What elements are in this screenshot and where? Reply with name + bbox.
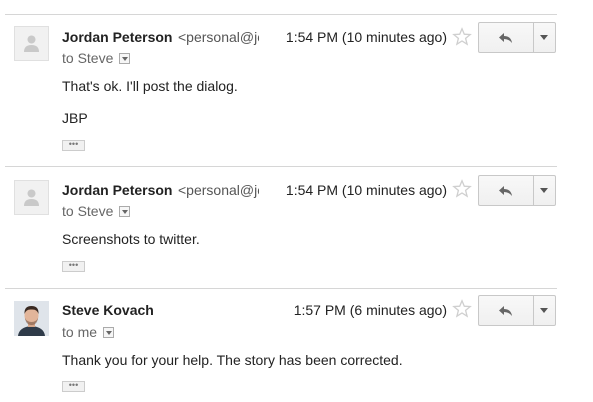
- message-divider: [5, 14, 557, 15]
- default-person-icon: [24, 189, 39, 206]
- reply-arrow-icon: [498, 185, 512, 196]
- more-options-button[interactable]: [532, 296, 555, 325]
- sender-avatar[interactable]: [14, 26, 49, 61]
- reply-arrow-icon: [498, 32, 512, 43]
- star-icon[interactable]: [452, 179, 472, 199]
- default-person-icon: [24, 35, 39, 52]
- sender-name[interactable]: Jordan Peterson: [62, 182, 172, 198]
- more-options-button[interactable]: [532, 23, 555, 52]
- message-divider: [5, 166, 557, 167]
- more-options-button[interactable]: [532, 176, 555, 205]
- sender-avatar[interactable]: [14, 301, 49, 336]
- recipient-text: to Steve: [62, 203, 114, 219]
- message-body-line: JBP: [62, 110, 88, 126]
- message-body-line: Thank you for your help. The story has b…: [62, 352, 403, 368]
- recipient-line[interactable]: to me: [62, 324, 115, 340]
- recipient-line[interactable]: to Steve: [62, 203, 131, 219]
- show-trimmed-content-button[interactable]: •••: [62, 261, 85, 272]
- dropdown-caret-icon: [540, 308, 549, 313]
- reply-button-group[interactable]: [478, 22, 556, 53]
- show-trimmed-content-button[interactable]: •••: [62, 381, 85, 392]
- message-body-line: Screenshots to twitter.: [62, 231, 200, 247]
- recipient-line[interactable]: to Steve: [62, 50, 131, 66]
- recipient-text: to me: [62, 324, 98, 340]
- reply-button-group[interactable]: [478, 295, 556, 326]
- reply-button[interactable]: [479, 296, 533, 325]
- message-time[interactable]: 1:54 PM (10 minutes ago): [286, 29, 447, 45]
- message-time[interactable]: 1:54 PM (10 minutes ago): [286, 182, 447, 198]
- message-body-line: That's ok. I'll post the dialog.: [62, 78, 238, 94]
- message-divider: [5, 288, 557, 289]
- recipient-text: to Steve: [62, 50, 114, 66]
- reply-button[interactable]: [479, 23, 533, 52]
- show-trimmed-content-button[interactable]: •••: [62, 140, 85, 151]
- sender-email: <personal@jordanbpeterson.com>: [178, 29, 259, 45]
- sender-name[interactable]: Jordan Peterson: [62, 29, 172, 45]
- reply-button[interactable]: [479, 176, 533, 205]
- show-details-caret-icon[interactable]: [103, 326, 115, 338]
- sender-email: <personal@jordanbpeterson.com>: [178, 182, 259, 198]
- message-time[interactable]: 1:57 PM (6 minutes ago): [294, 302, 447, 318]
- dropdown-caret-icon: [540, 35, 549, 40]
- star-icon[interactable]: [452, 299, 472, 319]
- sender-name[interactable]: Steve Kovach: [62, 302, 154, 318]
- show-details-caret-icon[interactable]: [119, 52, 131, 64]
- reply-button-group[interactable]: [478, 175, 556, 206]
- reply-arrow-icon: [498, 305, 512, 316]
- show-details-caret-icon[interactable]: [119, 205, 131, 217]
- star-icon[interactable]: [452, 27, 472, 47]
- sender-avatar[interactable]: [14, 180, 49, 215]
- profile-photo: [14, 301, 49, 336]
- dropdown-caret-icon: [540, 188, 549, 193]
